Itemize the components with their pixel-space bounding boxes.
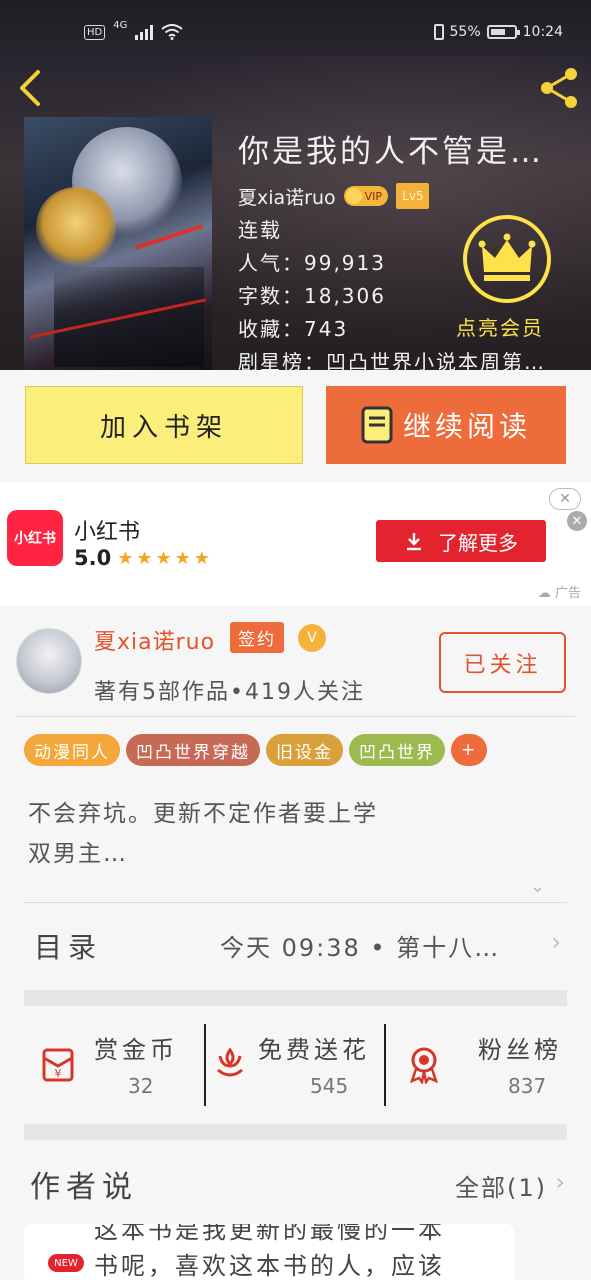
book-title: 你是我的人不管是… — [238, 134, 544, 170]
flower-icon — [217, 1047, 243, 1077]
avatar[interactable] — [16, 628, 82, 694]
signal-icon — [135, 24, 154, 40]
crown-icon — [345, 188, 362, 204]
latest-chapter: 今天 09:38 • 第十八… — [220, 934, 501, 962]
send-flowers-button[interactable]: 免费送花 545 — [206, 1024, 384, 1106]
action-bar: 加入书架 继续阅读 — [0, 370, 591, 482]
status-left: HD 4G — [84, 20, 183, 40]
flowers-value: 545 — [310, 1074, 349, 1098]
description-line: 双男主… — [28, 841, 128, 867]
membership-button[interactable] — [462, 214, 552, 304]
fans-value: 837 — [508, 1074, 547, 1098]
table-of-contents-row[interactable]: 目录 今天 09:38 • 第十八… › — [24, 918, 567, 978]
ad-learn-more-button[interactable]: 了解更多 — [376, 520, 546, 562]
author-stats: 著有5部作品•419人关注 — [94, 680, 365, 705]
tag-chip[interactable]: 旧设金 — [266, 734, 343, 766]
level-badge: Lv5 — [396, 183, 430, 209]
author-says-label: 作者说 — [30, 1170, 138, 1205]
verified-icon: V — [298, 624, 326, 652]
ad-dismiss-icon[interactable]: ✕ — [567, 511, 587, 531]
author-says-line: 书呢，喜欢这本书的人，应该 — [94, 1252, 445, 1280]
author-says-header[interactable]: 作者说 全部(1) › — [24, 1154, 567, 1214]
clock: 10:24 — [522, 24, 563, 40]
download-icon — [407, 533, 421, 551]
new-badge: NEW — [48, 1254, 84, 1272]
ad-close-button[interactable]: ✕ — [549, 488, 581, 510]
hd-indicator: HD — [84, 24, 106, 40]
author-says-text: 这本书是我更新的最慢的一本 书呢，喜欢这本书的人，应该 — [94, 1224, 445, 1280]
tag-chip[interactable]: 凹凸世界穿越 — [126, 734, 260, 766]
chevron-left-icon — [20, 70, 40, 106]
author-says-card[interactable]: NEW 这本书是我更新的最慢的一本 书呢，喜欢这本书的人，应该 — [24, 1224, 514, 1280]
stats-row: ¥ 赏金币 32 免费送花 545 粉丝榜 837 — [24, 1006, 567, 1124]
author-says-all: 全部(1) — [455, 1174, 547, 1202]
ad-app-logo: 小红书 — [7, 510, 63, 566]
divider — [16, 716, 575, 717]
network-type: 4G — [113, 20, 128, 31]
wifi-icon — [161, 24, 183, 40]
flowers-title: 免费送花 — [258, 1036, 370, 1064]
chevron-right-icon: › — [555, 1168, 565, 1196]
ad-banner[interactable]: 小红书 小红书 5.0 ★★★★★ 了解更多 ✕ ✕ ☁ 广告 — [0, 482, 591, 606]
share-button[interactable] — [537, 64, 581, 112]
section-gap — [24, 990, 567, 1006]
chevron-down-icon[interactable]: ⌄ — [530, 876, 545, 897]
red-envelope-icon: ¥ — [42, 1048, 74, 1082]
book-header: HD 4G 55% 10:24 你是我的人不管是… 夏xia诺ruo VIP L… — [0, 0, 591, 370]
ad-rating: 5.0 ★★★★★ — [74, 546, 213, 570]
divider — [24, 902, 567, 903]
reward-coins-button[interactable]: ¥ 赏金币 32 — [24, 1024, 204, 1106]
status-bar: HD 4G 55% 10:24 — [0, 0, 591, 56]
book-author-line: 夏xia诺ruo VIP Lv5 — [238, 178, 583, 214]
vip-badge: VIP — [343, 186, 389, 206]
membership-label[interactable]: 点亮会员 — [456, 312, 544, 341]
fan-ranking-button[interactable]: 粉丝榜 837 — [386, 1024, 567, 1106]
tag-chip[interactable]: + — [451, 734, 488, 766]
add-to-shelf-button[interactable]: 加入书架 — [25, 386, 303, 464]
continue-reading-button[interactable]: 继续阅读 — [326, 386, 566, 464]
book-rank[interactable]: 剧星榜：凹凸世界小说本周第… — [238, 346, 583, 370]
svg-text:¥: ¥ — [55, 1067, 62, 1080]
reward-value: 32 — [128, 1074, 154, 1098]
star-rating-icon: ★★★★★ — [117, 547, 213, 569]
ad-app-name: 小红书 — [74, 520, 141, 545]
book-description[interactable]: 不会弃坑。更新不定作者要上学 双男主… — [28, 794, 378, 874]
ad-cta-label: 了解更多 — [438, 530, 518, 555]
ad-label: ☁ 广告 — [537, 586, 581, 601]
fans-title: 粉丝榜 — [478, 1036, 562, 1064]
chevron-right-icon: › — [551, 928, 561, 956]
share-icon — [541, 68, 577, 108]
battery-percent: 55% — [449, 24, 481, 40]
reward-title: 赏金币 — [94, 1036, 178, 1064]
vibrate-icon — [433, 24, 444, 40]
author-section: 夏xia诺ruo 签约 V 著有5部作品•419人关注 已关注 动漫同人 凹凸世界… — [0, 606, 591, 1280]
book-author[interactable]: 夏xia诺ruo — [238, 183, 336, 210]
continue-reading-label: 继续阅读 — [402, 410, 531, 443]
follow-button[interactable]: 已关注 — [439, 632, 566, 693]
author-name[interactable]: 夏xia诺ruo — [94, 624, 215, 656]
crown-icon — [463, 215, 551, 303]
signed-badge: 签约 — [230, 622, 284, 653]
book-cover[interactable] — [24, 117, 212, 370]
book-icon — [361, 406, 393, 444]
battery-icon — [486, 25, 520, 39]
author-says-line: 这本书是我更新的最慢的一本 — [94, 1224, 445, 1244]
tag-list: 动漫同人 凹凸世界穿越 旧设金 凹凸世界 + — [24, 734, 488, 766]
section-gap — [24, 1124, 567, 1140]
status-right: 55% 10:24 — [433, 24, 563, 40]
back-button[interactable] — [12, 64, 52, 112]
tag-chip[interactable]: 动漫同人 — [24, 734, 120, 766]
ad-score: 5.0 — [74, 546, 112, 570]
tag-chip[interactable]: 凹凸世界 — [349, 734, 445, 766]
toc-label: 目录 — [34, 931, 103, 964]
medal-icon — [409, 1047, 439, 1084]
description-line: 不会弃坑。更新不定作者要上学 — [28, 801, 378, 827]
